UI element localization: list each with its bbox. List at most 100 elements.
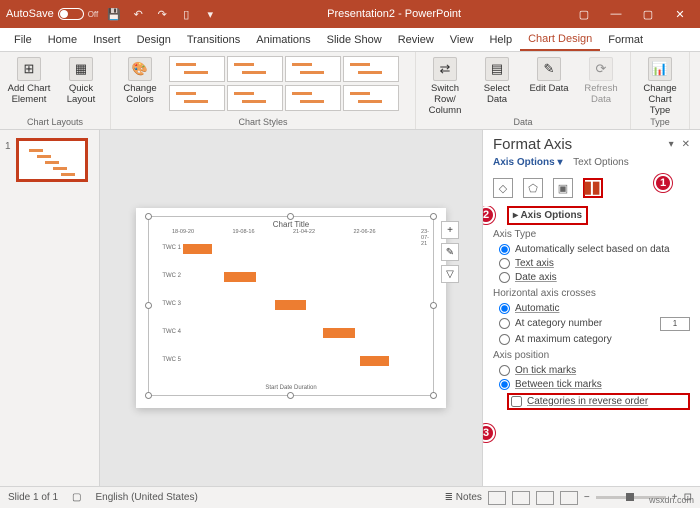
resize-handle[interactable] [430,302,437,309]
slide-counter[interactable]: Slide 1 of 1 [8,492,58,503]
zoom-out-button[interactable]: − [584,492,590,503]
tab-insert[interactable]: Insert [85,30,129,50]
chart-styles-gallery[interactable] [169,54,409,112]
tab-file[interactable]: File [6,30,40,50]
ribbon-options-icon[interactable]: ▢ [570,8,598,21]
radio[interactable] [499,244,510,255]
opt-date-axis[interactable]: Date axis [493,270,690,284]
redo-icon[interactable]: ↷ [154,8,170,21]
style-thumb[interactable] [285,85,341,111]
opt-at-category[interactable]: At category number1 [493,315,690,332]
tab-format[interactable]: Format [600,30,651,50]
tab-design[interactable]: Design [129,30,179,50]
language-status[interactable]: English (United States) [96,492,198,503]
style-thumb[interactable] [227,85,283,111]
slide-sorter-button[interactable] [512,491,530,505]
style-thumb[interactable] [343,56,399,82]
style-thumb[interactable] [169,85,225,111]
chart-bar[interactable] [275,300,306,310]
chart-plot-area[interactable]: TWC 1 TWC 2 TWC 3 TWC 4 TWC 5 18-09-20 1… [183,239,425,373]
chart-elements-button[interactable]: + [441,221,459,239]
opt-auto-select[interactable]: Automatically select based on data [493,242,690,256]
radio[interactable] [499,334,510,345]
radio[interactable] [499,303,510,314]
tab-text-options[interactable]: Text Options [573,157,629,168]
chart-bar[interactable] [323,328,354,338]
radio[interactable] [499,365,510,376]
chart-bar[interactable] [183,244,212,254]
add-chart-element-button[interactable]: ⊞Add Chart Element [6,54,52,105]
select-data-button[interactable]: ▤Select Data [474,54,520,105]
opt-text-axis[interactable]: Text axis [493,256,690,270]
tab-animations[interactable]: Animations [248,30,318,50]
opt-at-maximum[interactable]: At maximum category [493,332,690,346]
change-colors-button[interactable]: 🎨Change Colors [117,54,163,105]
save-icon[interactable]: 💾 [106,8,122,21]
quick-layout-button[interactable]: ▦Quick Layout [58,54,104,105]
qat-more-icon[interactable]: ▾ [202,8,218,21]
tab-home[interactable]: Home [40,30,85,50]
resize-handle[interactable] [145,302,152,309]
resize-handle[interactable] [430,213,437,220]
chart-bar[interactable] [360,356,389,366]
slide-thumbnail-pane[interactable]: 1 [0,130,100,486]
refresh-data-button[interactable]: ⟳Refresh Data [578,54,624,105]
pane-close-icon[interactable]: ✕ [682,139,690,150]
chart-object[interactable]: Chart Title TWC 1 TWC 2 TWC 3 TWC 4 TWC … [148,216,434,396]
checkbox[interactable] [511,396,522,407]
maximize-icon[interactable]: ▢ [634,8,662,21]
tab-slideshow[interactable]: Slide Show [319,30,390,50]
opt-automatic[interactable]: Automatic [493,301,690,315]
chart-styles-button[interactable]: ✎ [441,243,459,261]
style-thumb[interactable] [227,56,283,82]
slide-canvas[interactable]: Chart Title TWC 1 TWC 2 TWC 3 TWC 4 TWC … [100,130,482,486]
change-chart-type-button[interactable]: 📊Change Chart Type [637,54,683,116]
tab-help[interactable]: Help [481,30,520,50]
axis-options-icon[interactable]: ▊▊ [583,178,603,198]
chart-legend[interactable]: Start Date Duration [149,385,433,391]
radio[interactable] [499,318,510,329]
tab-review[interactable]: Review [390,30,442,50]
resize-handle[interactable] [430,392,437,399]
category-number-input[interactable]: 1 [660,317,690,331]
start-slideshow-icon[interactable]: ▯ [178,8,194,21]
spellcheck-icon[interactable]: ▢ [72,492,81,503]
group-label: Type [637,117,683,129]
opt-categories-reverse[interactable]: Categories in reverse order [511,396,686,407]
autosave-toggle[interactable]: AutoSave Off [6,8,98,20]
slide-thumbnail[interactable]: 1 [16,138,88,182]
tab-axis-options[interactable]: Axis Options ▾ [493,157,563,168]
tab-view[interactable]: View [442,30,482,50]
fill-line-icon[interactable]: ◇ [493,178,513,198]
section-axis-options[interactable]: ▸ Axis Options [507,206,588,225]
radio[interactable] [499,272,510,283]
chart-bar[interactable] [224,272,255,282]
style-thumb[interactable] [343,85,399,111]
tab-transitions[interactable]: Transitions [179,30,248,50]
style-thumb[interactable] [169,56,225,82]
pane-body[interactable]: 2 ▸ Axis Options Axis Type Automatically… [483,206,700,486]
resize-handle[interactable] [145,213,152,220]
edit-data-button[interactable]: ✎Edit Data [526,54,572,94]
opt-on-tick-marks[interactable]: On tick marks [493,363,690,377]
close-icon[interactable]: ✕ [666,8,694,21]
size-properties-icon[interactable]: ▣ [553,178,573,198]
switch-row-column-button[interactable]: ⇄Switch Row/ Column [422,54,468,116]
slideshow-view-button[interactable] [560,491,578,505]
normal-view-button[interactable] [488,491,506,505]
reading-view-button[interactable] [536,491,554,505]
resize-handle[interactable] [145,392,152,399]
notes-button[interactable]: ≣ Notes [445,492,482,503]
effects-icon[interactable]: ⬠ [523,178,543,198]
undo-icon[interactable]: ↶ [130,8,146,21]
resize-handle[interactable] [287,213,294,220]
radio[interactable] [499,258,510,269]
opt-between-tick-marks[interactable]: Between tick marks [493,377,690,391]
chart-filters-button[interactable]: ▽ [441,265,459,283]
resize-handle[interactable] [287,392,294,399]
minimize-icon[interactable]: — [602,8,630,21]
pane-dropdown-icon[interactable]: ▾ [669,139,674,150]
style-thumb[interactable] [285,56,341,82]
radio[interactable] [499,379,510,390]
tab-chart-design[interactable]: Chart Design [520,29,600,51]
